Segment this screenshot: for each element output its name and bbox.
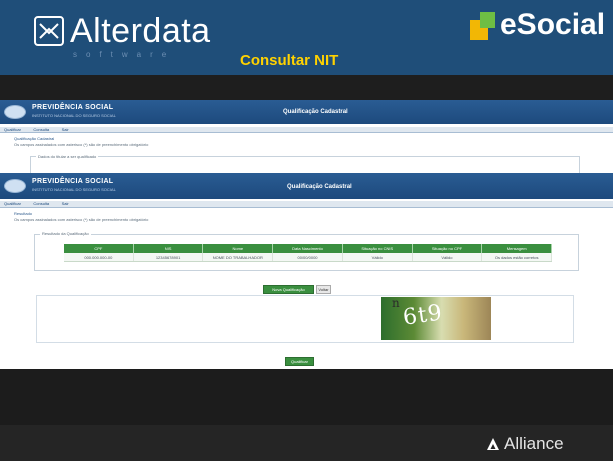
column-header: Data Nascimento xyxy=(273,244,343,253)
esocial-brand: eSocial xyxy=(500,8,606,41)
back-title: Qualificação Cadastral xyxy=(283,109,348,115)
back-heading: Qualificação Cadastral xyxy=(14,136,55,141)
lower-band xyxy=(0,369,613,425)
column-header: CPF xyxy=(64,244,134,253)
divider-band xyxy=(0,75,613,100)
front-menu: Qualificar Consulta Sair xyxy=(0,201,613,208)
esocial-mark-icon xyxy=(470,12,495,40)
column-header: Situação no CNIS xyxy=(343,244,413,253)
result-fieldset-label: Resultado da Qualificação xyxy=(40,231,91,236)
slide: Alterdata software eSocial Consultar NIT… xyxy=(0,0,613,461)
column-header: Situação no CPF xyxy=(413,244,483,253)
back-fieldset-label: Dados do titular a ser qualificado xyxy=(36,154,99,159)
front-heading: Resultado xyxy=(14,211,33,216)
column-header: NIS xyxy=(134,244,204,253)
back-menu-item[interactable]: Sair xyxy=(62,127,69,133)
column-header: Mensagem xyxy=(482,244,553,253)
back-subtitle: Os campos assinalados com asterisco (*) … xyxy=(14,142,149,147)
column-header: Nome xyxy=(203,244,274,253)
back-menu-item[interactable]: Consulta xyxy=(33,127,49,133)
front-menu-item[interactable]: Sair xyxy=(62,201,69,207)
back-header: PREVIDÊNCIA SOCIAL INSTITUTO NACIONAL DO… xyxy=(0,100,613,124)
new-qualification-button[interactable]: Nova Qualificação xyxy=(263,285,314,294)
front-title: Qualificação Cadastral xyxy=(287,184,352,190)
qualify-button[interactable]: Qualificar xyxy=(285,357,314,366)
front-subtitle: Os campos assinalados com asterisco (*) … xyxy=(14,217,149,222)
result-table-header: CPF NIS Nome Data Nascimento Situação no… xyxy=(64,244,553,253)
back-menu-item[interactable]: Qualificar xyxy=(4,127,21,133)
top-banner: Alterdata software eSocial Consultar NIT xyxy=(0,0,613,75)
previdencia-logo-icon xyxy=(4,179,26,193)
alliance-brand: Alliance xyxy=(504,434,564,453)
table-row: 000.000.000-00 12345678901 NOME DO TRABA… xyxy=(64,253,553,262)
table-cell: Válido xyxy=(343,253,413,261)
previdencia-logo-icon xyxy=(4,105,26,119)
front-header: PREVIDÊNCIA SOCIAL INSTITUTO NACIONAL DO… xyxy=(0,173,613,199)
front-brand-sub: INSTITUTO NACIONAL DO SEGURO SOCIAL xyxy=(32,187,116,192)
front-menu-item[interactable]: Qualificar xyxy=(4,201,21,207)
front-brand: PREVIDÊNCIA SOCIAL xyxy=(32,178,114,185)
table-cell: 00/00/0000 xyxy=(273,253,343,261)
alterdata-brand: Alterdata xyxy=(70,12,211,50)
captcha-panel xyxy=(36,295,574,343)
table-cell: 000.000.000-00 xyxy=(64,253,134,261)
alliance-triangle-icon xyxy=(487,438,499,450)
back-button[interactable]: Voltar xyxy=(316,285,331,294)
front-menu-item[interactable]: Consulta xyxy=(33,201,49,207)
alterdata-logo-icon xyxy=(34,16,64,46)
slide-title: Consultar NIT xyxy=(240,52,339,69)
table-cell: 12345678901 xyxy=(134,253,204,261)
table-cell: NOME DO TRABALHADOR xyxy=(203,253,274,261)
back-menu: Qualificar Consulta Sair xyxy=(0,127,613,133)
table-cell: Os dados estão corretos xyxy=(482,253,553,261)
back-brand-sub: INSTITUTO NACIONAL DO SEGURO SOCIAL xyxy=(32,113,116,118)
captcha-hint: n xyxy=(392,296,400,310)
table-cell: Válido xyxy=(413,253,483,261)
back-brand: PREVIDÊNCIA SOCIAL xyxy=(32,104,114,111)
alterdata-tagline: software xyxy=(73,50,176,59)
